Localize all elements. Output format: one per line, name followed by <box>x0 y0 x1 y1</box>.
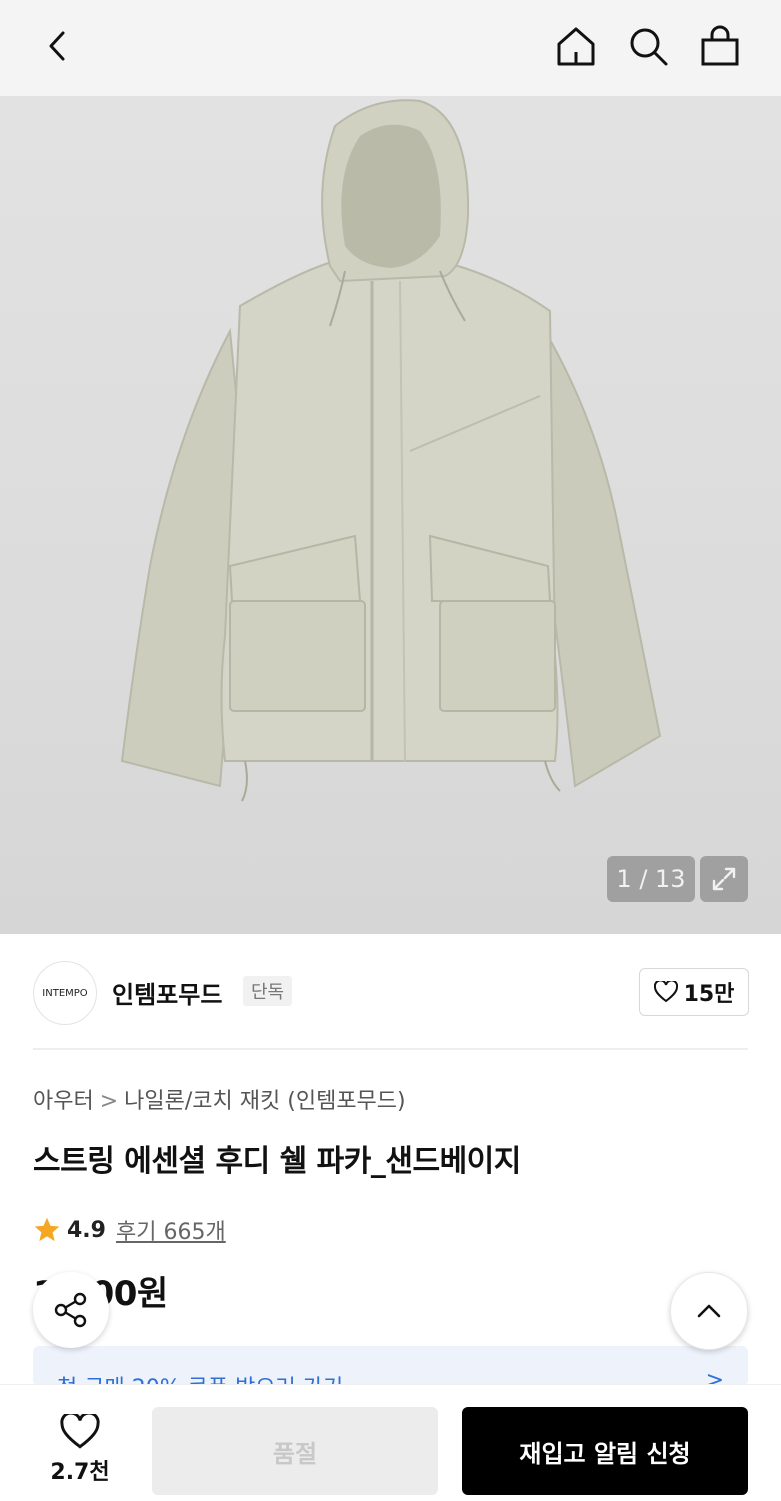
coupon-banner[interactable]: 첫 구매 20% 쿠폰 받으러 가기 > <box>33 1346 748 1386</box>
wishlist-count: 2.7천 <box>50 1460 110 1485</box>
image-counter: 1 / 13 <box>607 856 695 902</box>
divider <box>33 1048 748 1050</box>
brand-name[interactable]: 인템포무드 <box>112 975 222 1010</box>
rating-score: 4.9 <box>67 1217 106 1243</box>
star-icon <box>34 1217 60 1242</box>
share-icon <box>54 1292 87 1328</box>
home-button[interactable] <box>552 22 600 70</box>
home-icon <box>557 27 595 66</box>
review-count-link[interactable]: 후기 665개 <box>116 1214 226 1246</box>
top-navigation-bar <box>0 0 781 96</box>
brand-logo-text: INTEMPO <box>42 987 88 999</box>
search-button[interactable] <box>624 22 672 70</box>
heart-outline-icon <box>653 981 678 1003</box>
expand-icon <box>712 867 736 891</box>
restock-alert-button[interactable]: 재입고 알림 신청 <box>462 1407 748 1495</box>
heart-outline-icon <box>60 1414 100 1449</box>
back-button[interactable] <box>34 22 82 70</box>
brand-logo[interactable]: INTEMPO <box>33 961 97 1025</box>
breadcrumb-separator: > <box>99 1089 119 1114</box>
soldout-button: 품절 <box>152 1407 438 1495</box>
breadcrumb-child[interactable]: 나일론/코치 재킷 (인템포무드) <box>124 1089 405 1114</box>
breadcrumb: 아우터 > 나일론/코치 재킷 (인템포무드) <box>33 1083 406 1115</box>
breadcrumb-parent[interactable]: 아우터 <box>33 1089 94 1114</box>
brand-like-button[interactable]: 15만 <box>639 968 749 1016</box>
search-icon <box>630 28 668 66</box>
parka-image <box>120 99 662 802</box>
product-image[interactable] <box>0 96 781 934</box>
product-title: 스트링 에센셜 후디 쉘 파카_샌드베이지 <box>33 1144 521 1179</box>
chevron-left-icon <box>49 31 65 61</box>
expand-image-button[interactable] <box>700 856 748 902</box>
share-button[interactable] <box>33 1272 109 1348</box>
rating-row: 4.9 후기 665개 <box>33 1214 226 1246</box>
brand-like-count: 15만 <box>683 982 735 1007</box>
chevron-up-icon <box>697 1304 721 1318</box>
shopping-bag-button[interactable] <box>696 22 744 70</box>
shopping-bag-icon <box>701 25 739 66</box>
scroll-to-top-button[interactable] <box>670 1272 748 1350</box>
wishlist-button[interactable]: 2.7천 <box>40 1410 120 1490</box>
exclusive-badge: 단독 <box>243 976 293 1006</box>
